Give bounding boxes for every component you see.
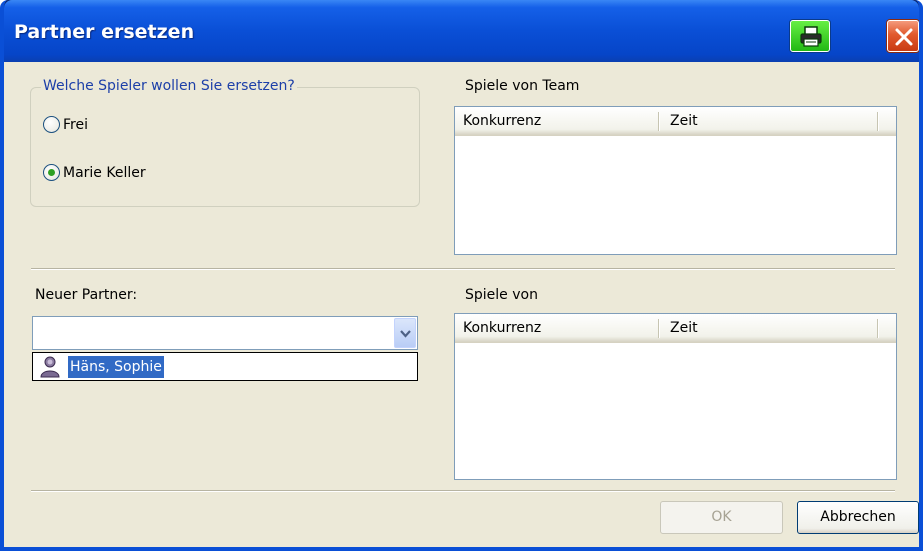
column-separator[interactable] [658, 112, 660, 131]
column-header-konkurrenz[interactable]: Konkurrenz [455, 314, 655, 342]
column-header-konkurrenz[interactable]: Konkurrenz [455, 107, 655, 135]
radio-marie-keller[interactable]: Marie Keller [43, 164, 146, 181]
radio-button-checked[interactable] [43, 164, 60, 181]
column-header-zeit[interactable]: Zeit [662, 314, 872, 342]
column-separator[interactable] [658, 319, 660, 338]
column-separator[interactable] [877, 319, 879, 338]
team-games-label: Spiele von Team [465, 78, 580, 94]
cancel-button[interactable]: Abbrechen [797, 501, 919, 534]
partner-games-header: Konkurrenz Zeit [455, 314, 896, 343]
radio-button[interactable] [43, 116, 60, 133]
radio-frei[interactable]: Frei [43, 116, 88, 133]
close-button[interactable] [887, 20, 919, 52]
replace-player-groupbox [30, 87, 420, 207]
chevron-down-icon [400, 330, 411, 338]
print-button[interactable] [790, 20, 830, 52]
radio-label-frei: Frei [63, 116, 88, 133]
dropdown-button[interactable] [394, 318, 416, 348]
new-partner-label: Neuer Partner: [35, 287, 138, 303]
printer-icon [800, 26, 822, 47]
title-bar[interactable]: Partner ersetzen [4, 0, 919, 62]
dropdown-item-selected[interactable]: Häns, Sophie [68, 356, 164, 378]
partner-games-list[interactable]: Konkurrenz Zeit [454, 313, 897, 480]
replace-player-legend: Welche Spieler wollen Sie ersetzen? [41, 78, 297, 94]
section-divider [31, 268, 895, 270]
radio-label-marie-keller: Marie Keller [63, 164, 146, 181]
dialog-window: Partner ersetzen Welche Spieler wollen S… [0, 0, 923, 551]
team-games-list[interactable]: Konkurrenz Zeit [454, 106, 897, 255]
dialog-client-area: Welche Spieler wollen Sie ersetzen? Frei… [4, 62, 919, 547]
new-partner-combobox[interactable] [32, 316, 418, 350]
team-games-header: Konkurrenz Zeit [455, 107, 896, 136]
close-icon [895, 28, 913, 46]
bottom-divider [31, 490, 895, 492]
person-icon [40, 356, 60, 378]
ok-button[interactable]: OK [660, 501, 783, 534]
new-partner-dropdown-list[interactable]: Häns, Sophie [32, 352, 418, 381]
window-title: Partner ersetzen [14, 21, 195, 43]
column-separator[interactable] [877, 112, 879, 131]
partner-games-label: Spiele von [465, 287, 538, 303]
column-header-zeit[interactable]: Zeit [662, 107, 872, 135]
